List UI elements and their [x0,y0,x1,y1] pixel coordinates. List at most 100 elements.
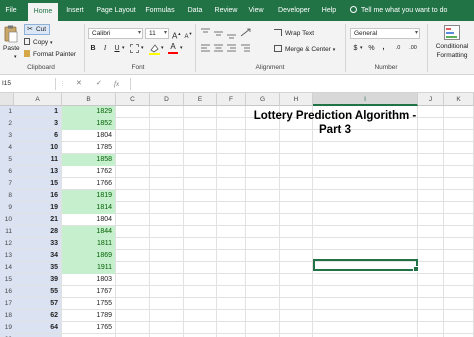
shrink-font-button[interactable]: A▼ [184,28,193,40]
cell-b[interactable]: 1804 [62,130,115,142]
tell-me-search[interactable]: Tell me what you want to do [350,0,447,21]
enter-icon[interactable]: ✓ [96,78,102,90]
cell-a[interactable]: 55 [14,286,61,298]
column-header-e[interactable]: E [184,93,217,106]
tab-page-layout[interactable]: Page Layout [94,0,138,21]
font-size-select[interactable]: 11 ▾ [145,28,169,39]
font-color-dropdown-icon[interactable]: ▾ [180,45,183,51]
cell-a[interactable]: 19 [14,202,61,214]
cell-a[interactable]: 28 [14,226,61,238]
copy-button[interactable]: Copy ▾ [24,38,53,46]
cell-b[interactable]: 1765 [62,322,115,334]
cell-a[interactable]: 33 [14,238,61,250]
fill-color-dropdown-icon[interactable]: ▾ [161,45,164,51]
row-header[interactable]: 13 [0,250,14,262]
row-header[interactable]: 10 [0,214,14,226]
currency-dropdown-icon[interactable]: ▾ [360,45,363,51]
row-header[interactable]: 19 [0,322,14,334]
row-header[interactable]: 18 [0,310,14,322]
decrease-decimal-button[interactable]: .00 [406,43,420,54]
column-header-j[interactable]: J [418,93,444,106]
column-header-g[interactable]: G [246,93,280,106]
cell-a[interactable]: 15 [14,178,61,190]
tab-help[interactable]: Help [319,0,339,21]
cell-b[interactable]: 1869 [62,250,115,262]
row-header[interactable]: 4 [0,142,14,154]
increase-decimal-button[interactable]: .0 [392,43,404,54]
cell-b[interactable]: 1789 [62,310,115,322]
row-header[interactable]: 15 [0,274,14,286]
cell-a[interactable]: 11 [14,154,61,166]
row-header[interactable]: 7 [0,178,14,190]
paste-button[interactable]: Paste [3,45,20,52]
borders-dropdown-icon[interactable]: ▾ [141,45,144,51]
cell-a[interactable]: 64 [14,322,61,334]
column-header-h[interactable]: H [280,93,313,106]
fill-color-icon[interactable] [149,43,160,55]
row-header[interactable]: 12 [0,238,14,250]
format-painter-button[interactable]: Format Painter [24,50,76,58]
cell-a[interactable]: 21 [14,214,61,226]
cell-b[interactable]: 1804 [62,214,115,226]
column-header-b[interactable]: B [62,93,116,106]
merge-center-button[interactable]: Merge & Center ▾ [274,45,335,53]
cell-b[interactable]: 1811 [62,238,115,250]
cell-a[interactable]: 62 [14,310,61,322]
tab-data[interactable]: Data [183,0,207,21]
tab-developer[interactable]: Developer [273,0,315,21]
bold-button[interactable]: B [89,43,97,54]
cell-b[interactable]: 1844 [62,226,115,238]
row-header[interactable]: 6 [0,166,14,178]
conditional-formatting-icon[interactable] [444,25,460,40]
tab-view[interactable]: View [245,0,267,21]
cell-b[interactable]: 1819 [62,190,115,202]
row-header[interactable]: 2 [0,118,14,130]
row-header[interactable]: 14 [0,262,14,274]
underline-button[interactable]: U [113,43,121,54]
name-box[interactable]: I15 [0,78,56,90]
conditional-formatting-label-2[interactable]: Formatting [432,52,472,59]
cell-a[interactable]: 34 [14,250,61,262]
row-header[interactable]: 17 [0,298,14,310]
cell-a[interactable]: 10 [14,142,61,154]
column-header-k[interactable]: K [444,93,474,106]
cell-a[interactable]: 3 [14,118,61,130]
borders-icon[interactable] [130,44,139,53]
column-header-d[interactable]: D [150,93,184,106]
select-all-corner[interactable] [0,93,14,106]
formula-input[interactable] [130,78,474,90]
tab-formulas[interactable]: Formulas [143,0,177,21]
tab-insert[interactable]: Insert [62,0,88,21]
row-header[interactable]: 5 [0,154,14,166]
currency-button[interactable]: $ [351,43,360,54]
cell-b[interactable]: 1767 [62,286,115,298]
cell-a[interactable]: 6 [14,130,61,142]
paste-dropdown-icon[interactable]: ▾ [14,54,17,60]
column-header-c[interactable]: C [116,93,150,106]
insert-function-icon[interactable]: fx [114,78,119,90]
cell-b[interactable]: 1803 [62,274,115,286]
cell-a[interactable]: 39 [14,274,61,286]
cell-b[interactable]: 1785 [62,142,115,154]
cut-button[interactable]: ✂ Cut [24,24,50,35]
tab-file[interactable]: File [0,0,22,21]
row-header[interactable]: 1 [0,106,14,118]
cell-a[interactable]: 1 [14,106,61,118]
tab-review[interactable]: Review [212,0,240,21]
grow-font-button[interactable]: A▲ [172,28,181,41]
cell-b[interactable]: 1755 [62,298,115,310]
font-color-icon[interactable]: A [168,42,178,55]
cell-b[interactable]: 1766 [62,178,115,190]
column-header-a[interactable]: A [14,93,62,106]
column-header-i[interactable]: I [313,93,418,106]
row-header[interactable]: 8 [0,190,14,202]
row-header[interactable]: 11 [0,226,14,238]
percent-button[interactable]: % [367,43,376,54]
wrap-text-button[interactable]: Wrap Text [274,29,314,37]
row-header[interactable]: 3 [0,130,14,142]
comma-style-button[interactable]: , [379,42,388,53]
conditional-formatting-label-1[interactable]: Conditional [432,43,472,50]
row-header[interactable]: 9 [0,202,14,214]
cell-a[interactable]: 16 [14,190,61,202]
underline-dropdown-icon[interactable]: ▾ [122,45,125,51]
